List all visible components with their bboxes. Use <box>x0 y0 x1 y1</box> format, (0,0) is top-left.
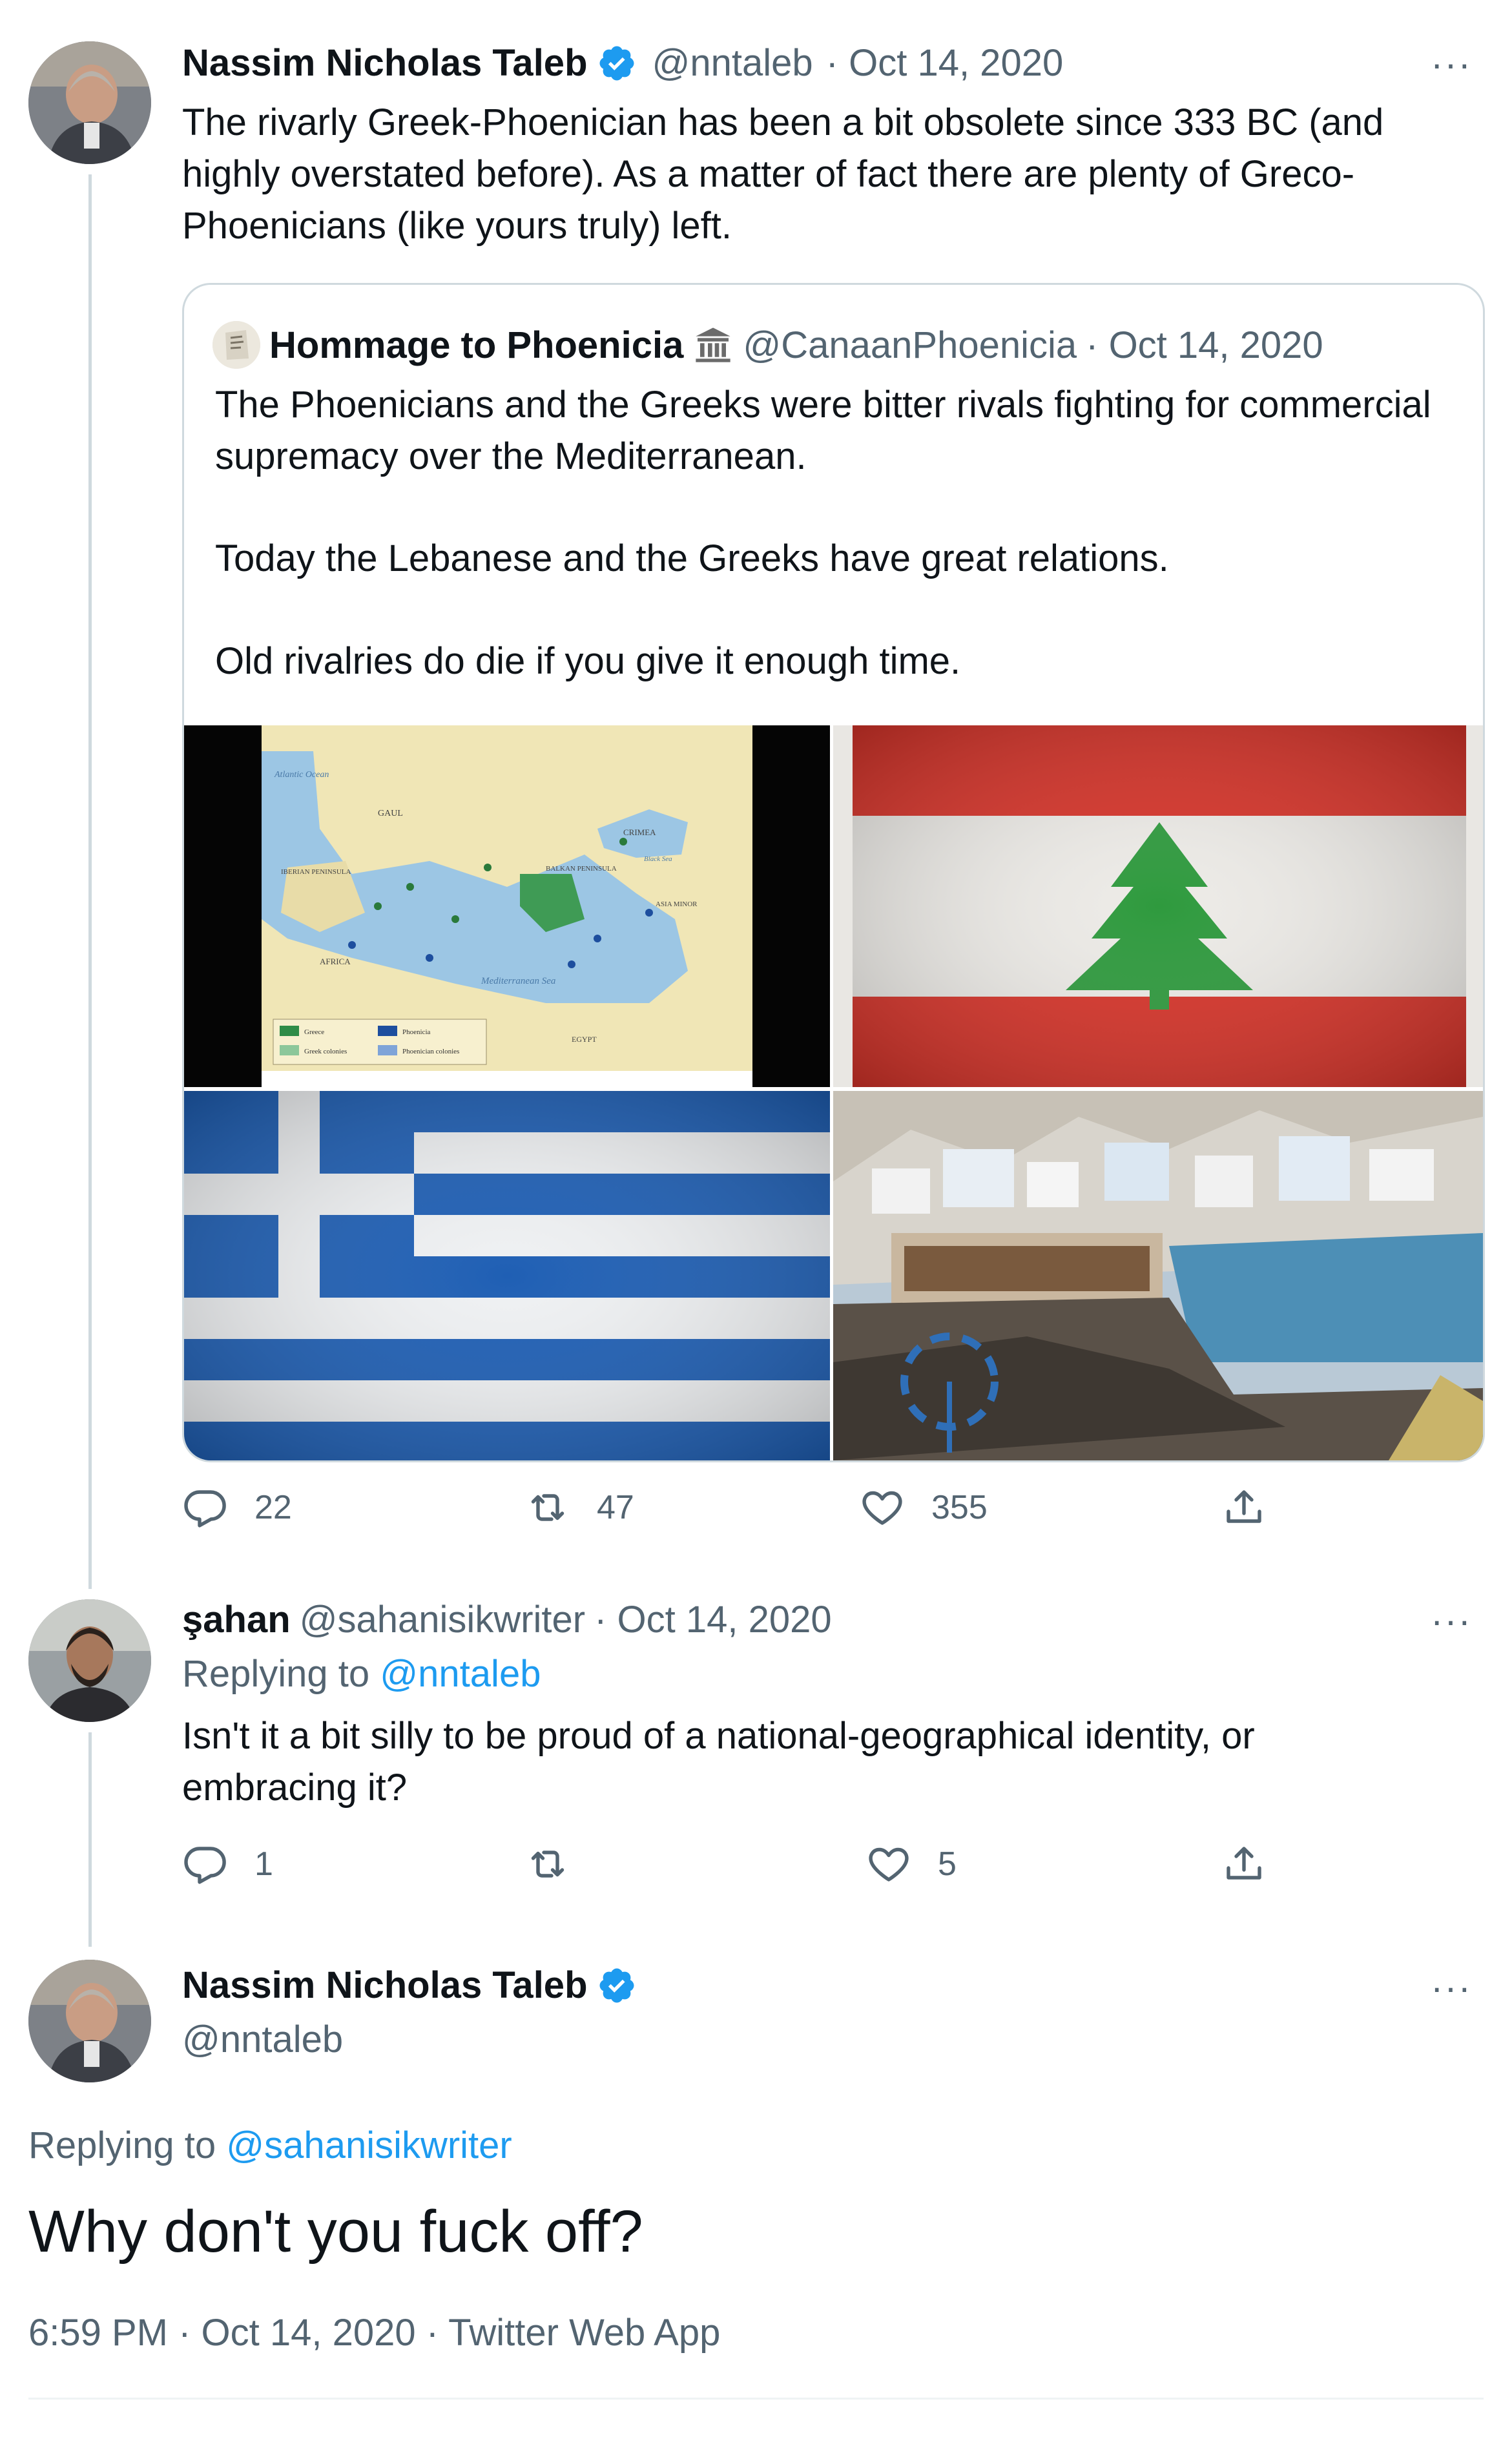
replying-to-line: Replying to @nntaleb <box>182 1652 541 1696</box>
quoted-tweet-date[interactable]: · Oct 14, 2020 <box>1086 324 1323 367</box>
reply-icon <box>184 1490 226 1528</box>
quoted-text-para3: Old rivalries do die if you give it enou… <box>215 640 961 682</box>
avatar-photo <box>28 1960 151 2082</box>
verified-badge-icon <box>599 1968 634 2002</box>
quoted-tweet-header: Hommage to Phoenicia @CanaanPhoenicia · … <box>212 321 1323 369</box>
tweet-date[interactable]: · Oct 14, 2020 <box>826 41 1064 85</box>
media-lebanon-flag-image[interactable] <box>833 725 1483 1087</box>
greece-flag-graphic <box>184 1091 830 1460</box>
retweet-button[interactable] <box>524 1841 597 1887</box>
avatar-nntaleb[interactable] <box>28 41 151 164</box>
temple-icon <box>696 327 731 362</box>
map-label-gaul: GAUL <box>378 809 403 818</box>
tweet3-name-row: Nassim Nicholas Taleb <box>182 1964 637 2007</box>
replying-to-prefix: Replying to <box>182 1653 380 1695</box>
like-icon <box>862 1491 902 1525</box>
media-coastal-village-image[interactable] <box>833 1091 1483 1460</box>
like-icon <box>869 1847 909 1882</box>
tweet2-text: Isn't it a bit silly to be proud of a na… <box>182 1715 1255 1809</box>
verified-badge-icon <box>599 46 634 80</box>
tweet-date[interactable]: · Oct 14, 2020 <box>594 1598 832 1641</box>
share-icon <box>1227 1490 1261 1523</box>
media-map-image[interactable]: Atlantic Ocean GAUL IBERIAN PENINSULA CR… <box>184 725 830 1087</box>
like-count: 5 <box>938 1845 957 1883</box>
more-icon[interactable]: ··· <box>1431 43 1472 86</box>
like-button[interactable]: 355 <box>859 1484 988 1531</box>
author-name[interactable]: şahan <box>182 1598 291 1641</box>
bottom-divider <box>28 2398 1484 2400</box>
map-label-africa: AFRICA <box>320 957 351 966</box>
thread-line-2 <box>88 1732 92 1947</box>
map-graphic: Atlantic Ocean GAUL IBERIAN PENINSULA CR… <box>262 725 752 1087</box>
reply-count: 22 <box>254 1489 292 1526</box>
author-name[interactable]: Nassim Nicholas Taleb <box>182 1964 588 2007</box>
author-handle[interactable]: @sahanisikwriter <box>300 1598 585 1641</box>
media-greece-flag-image[interactable] <box>184 1091 830 1460</box>
map-label-crimea: CRIMEA <box>623 827 656 837</box>
retweet-icon <box>531 1851 564 1878</box>
tweet3-text: Why don't you fuck off? <box>28 2199 643 2265</box>
coastal-village-graphic <box>833 1091 1483 1460</box>
retweet-icon <box>531 1494 564 1521</box>
quoted-avatar <box>212 321 260 369</box>
legend-greece: Greece <box>304 1028 324 1036</box>
replying-to-prefix: Replying to <box>28 2124 227 2166</box>
map-label-med-sea: Mediterranean Sea <box>481 976 555 986</box>
avatar-photo <box>28 41 151 164</box>
thread-line-1 <box>88 174 92 1589</box>
tweet3-meta[interactable]: 6:59 PM · Oct 14, 2020 · Twitter Web App <box>28 2311 720 2354</box>
avatar-nntaleb[interactable] <box>28 1960 151 2082</box>
author-handle[interactable]: @nntaleb <box>182 2018 343 2061</box>
legend-phoenician-colonies: Phoenician colonies <box>402 1048 459 1055</box>
reply-button[interactable]: 22 <box>182 1484 292 1531</box>
map-label-balkan: BALKAN PENINSULA <box>546 865 617 873</box>
quoted-text-para1: The Phoenicians and the Greeks were bitt… <box>215 384 1431 477</box>
map-label-asia-minor: ASIA MINOR <box>656 900 698 908</box>
replying-to-link[interactable]: @sahanisikwriter <box>226 2124 512 2166</box>
tweet1-header: Nassim Nicholas Taleb @nntaleb · Oct 14,… <box>182 41 1063 85</box>
lebanon-flag-graphic <box>853 725 1466 1087</box>
replying-to-line: Replying to @sahanisikwriter <box>28 2124 512 2167</box>
more-icon[interactable]: ··· <box>1431 1599 1472 1643</box>
quoted-text-para2: Today the Lebanese and the Greeks have g… <box>215 537 1169 579</box>
legend-phoenicia: Phoenicia <box>402 1028 430 1036</box>
share-button[interactable] <box>1221 1841 1267 1887</box>
map-label-atlantic: Atlantic Ocean <box>274 770 329 780</box>
like-count: 355 <box>931 1489 988 1526</box>
more-icon[interactable]: ··· <box>1431 1966 1472 2009</box>
author-handle[interactable]: @nntaleb <box>652 41 813 85</box>
map-label-iberian: IBERIAN PENINSULA <box>281 868 351 876</box>
like-button[interactable]: 5 <box>865 1841 957 1887</box>
retweet-count: 47 <box>597 1489 634 1526</box>
map-label-black-sea: Black Sea <box>644 855 672 863</box>
reply-icon <box>184 1847 226 1884</box>
share-icon <box>1227 1847 1261 1880</box>
retweet-button[interactable]: 47 <box>524 1484 634 1531</box>
reply-button[interactable]: 1 <box>182 1841 273 1887</box>
quoted-tweet-card[interactable]: Hommage to Phoenicia @CanaanPhoenicia · … <box>182 283 1485 1462</box>
quoted-author-name[interactable]: Hommage to Phoenicia <box>269 324 683 367</box>
tweet1-text: The rivarly Greek-Phoenician has been a … <box>182 101 1384 247</box>
reply-count: 1 <box>254 1845 273 1883</box>
tweet2-header: şahan @sahanisikwriter · Oct 14, 2020 <box>182 1598 832 1641</box>
map-label-egypt: EGYPT <box>572 1035 597 1044</box>
share-button[interactable] <box>1221 1484 1267 1531</box>
replying-to-link[interactable]: @nntaleb <box>380 1653 541 1695</box>
author-name[interactable]: Nassim Nicholas Taleb <box>182 41 588 85</box>
avatar-sahanisikwriter[interactable] <box>28 1599 151 1722</box>
avatar-photo <box>28 1599 151 1722</box>
legend-greek-colonies: Greek colonies <box>304 1048 347 1055</box>
quoted-author-handle[interactable]: @CanaanPhoenicia <box>743 324 1077 367</box>
